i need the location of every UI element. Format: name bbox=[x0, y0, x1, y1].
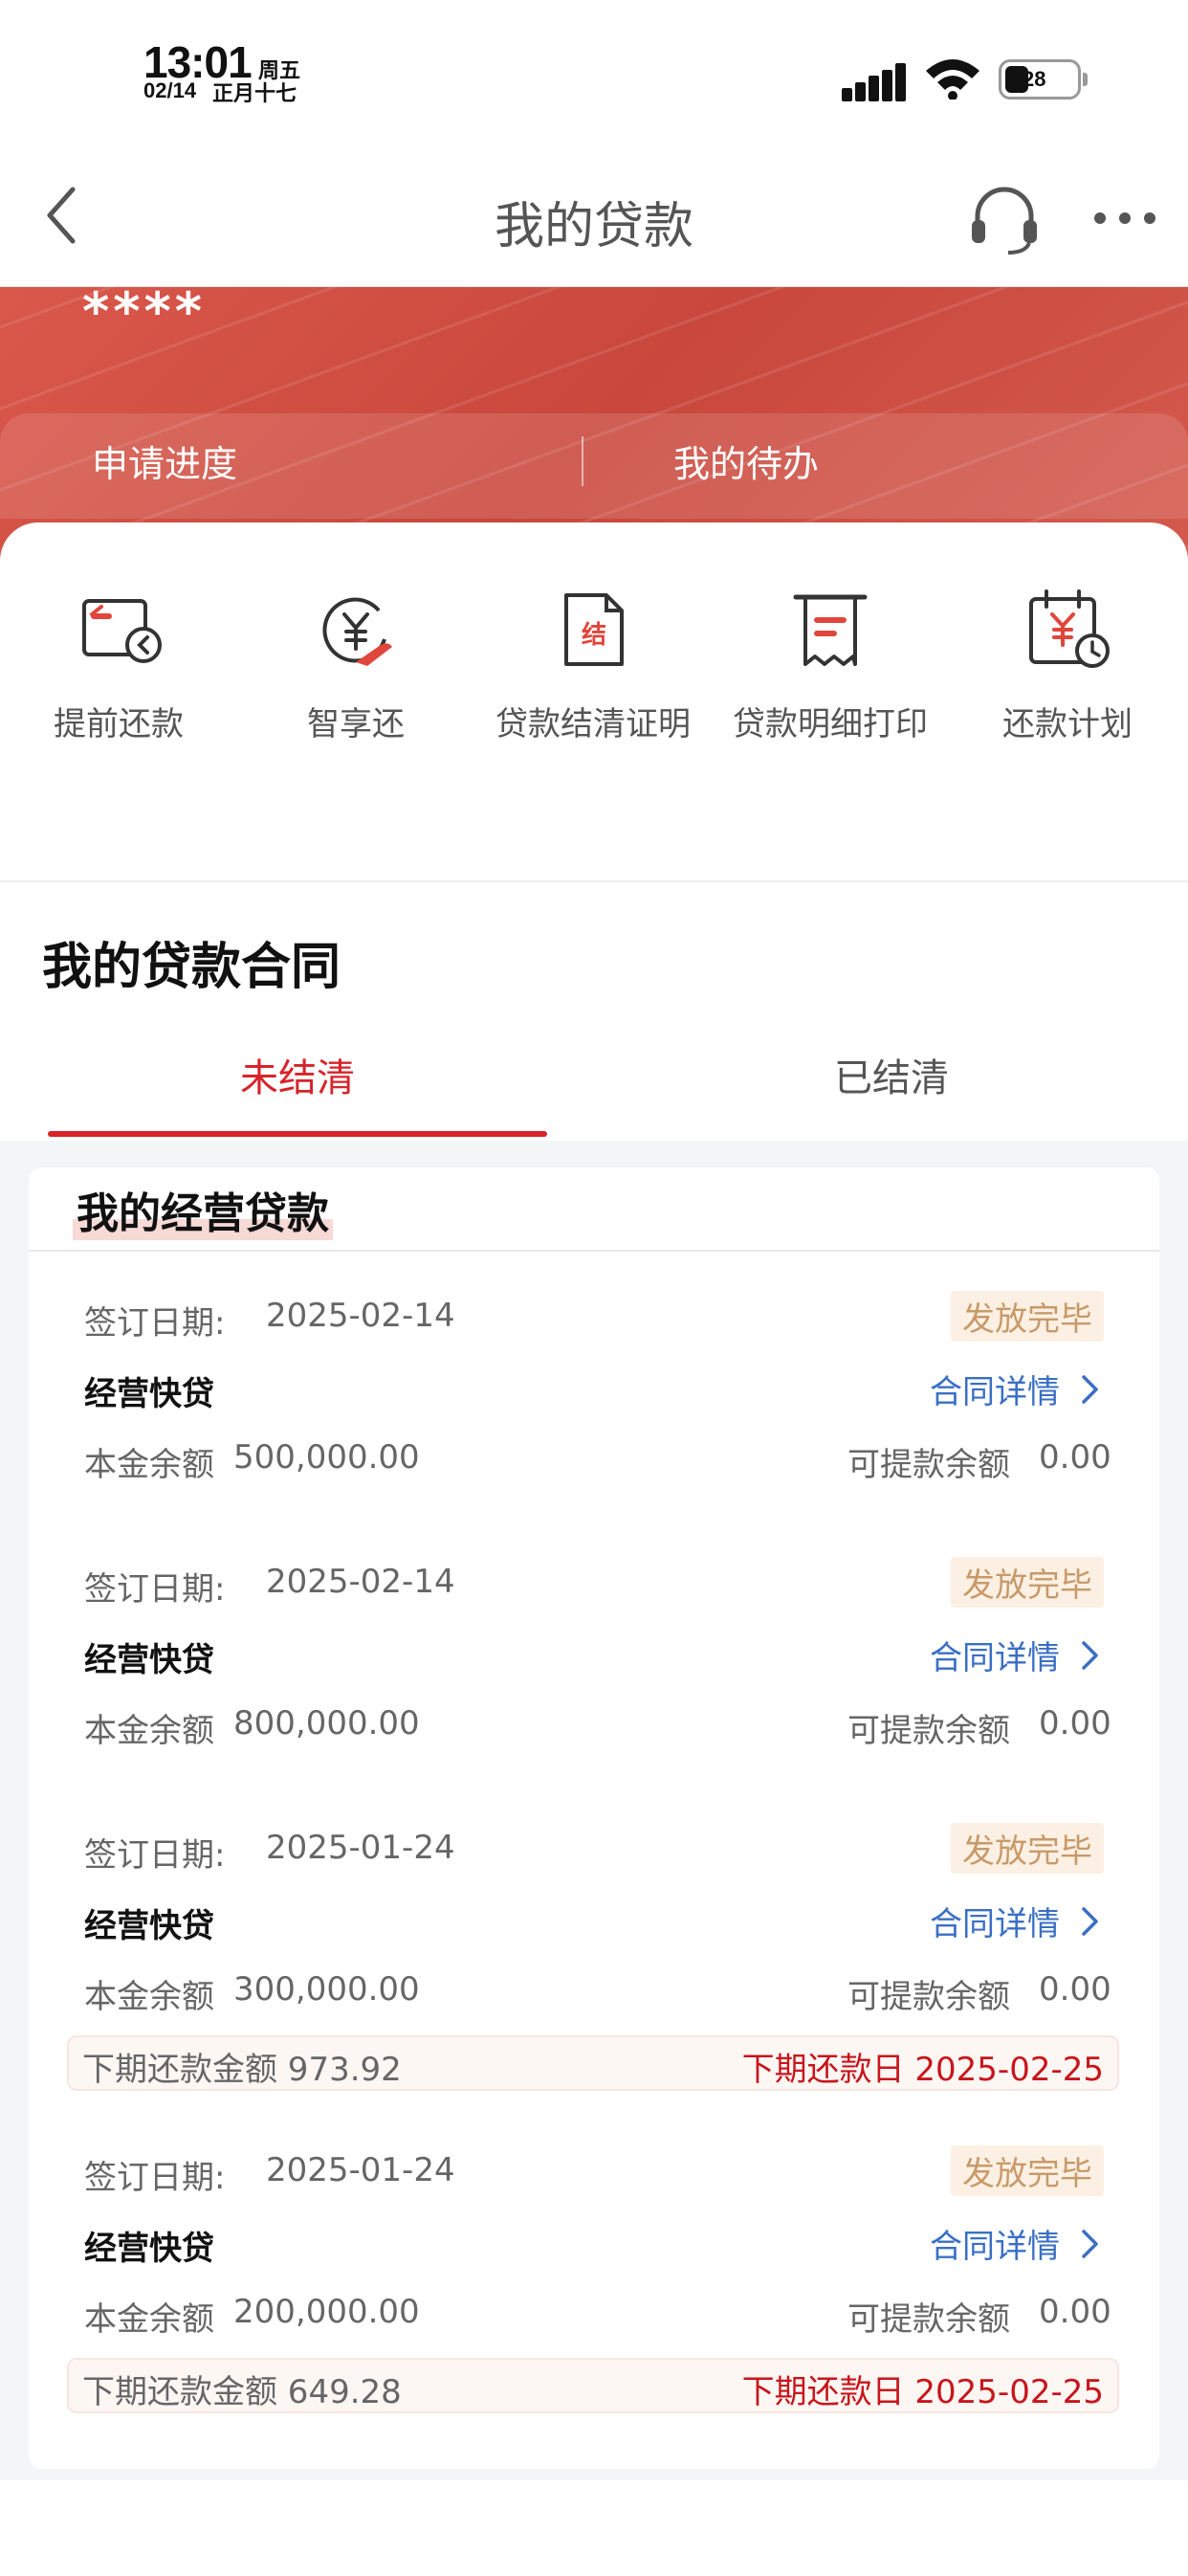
status-badge: 发放完毕 bbox=[951, 1291, 1104, 1342]
product-name: 经营快贷 bbox=[84, 2230, 214, 2268]
signed-date-label: 签订日期: bbox=[84, 2159, 226, 2197]
tab-settled[interactable]: 已结清 bbox=[643, 1047, 1140, 1102]
withdrawable-label: 可提款余额 bbox=[847, 1446, 1010, 1484]
signed-date-label: 签订日期: bbox=[84, 1570, 226, 1609]
withdrawable-label: 可提款余额 bbox=[847, 1712, 1010, 1750]
status-bar: 13:01 周五 02/14 正月十七 28 bbox=[0, 0, 1188, 144]
principal-value: 200,000.00 bbox=[233, 2293, 420, 2331]
chevron-right-icon bbox=[1082, 2229, 1098, 2258]
quick-action-smart-repay[interactable]: 智享还 bbox=[251, 582, 461, 750]
status-badge: 发放完毕 bbox=[951, 1823, 1104, 1874]
quick-action-label: 还款计划 bbox=[1002, 705, 1133, 744]
withdrawable-label: 可提款余额 bbox=[847, 2300, 1010, 2339]
contract-detail-link[interactable]: 合同详情 bbox=[930, 1366, 1106, 1412]
nav-bar: 我的贷款 bbox=[0, 144, 1188, 287]
contract-detail-label: 合同详情 bbox=[930, 1905, 1060, 1943]
settlement-doc-icon: 结 bbox=[564, 593, 624, 666]
headset-icon[interactable] bbox=[966, 182, 1043, 258]
signed-date-label: 签订日期: bbox=[84, 1304, 226, 1343]
signed-date-value: 2025-01-24 bbox=[266, 1829, 455, 1867]
battery-tip bbox=[1083, 73, 1088, 86]
quick-action-repayment-plan[interactable]: 还款计划 bbox=[962, 582, 1173, 750]
status-lunar-date: 正月十七 bbox=[212, 82, 297, 106]
business-loan-card: 我的经营贷款 签订日期: 2025-02-14 发放完毕 经营快贷 合同详情 本… bbox=[29, 1167, 1159, 2469]
contract-detail-link[interactable]: 合同详情 bbox=[930, 1898, 1106, 1944]
withdrawable-value: 0.00 bbox=[1039, 1704, 1111, 1743]
signed-date-value: 2025-02-14 bbox=[266, 1297, 455, 1335]
product-name: 经营快贷 bbox=[84, 1907, 214, 1945]
chevron-right-icon bbox=[1082, 1374, 1098, 1404]
principal-label: 本金余额 bbox=[84, 1712, 214, 1750]
principal-value: 300,000.00 bbox=[233, 1970, 420, 2009]
product-name: 经营快贷 bbox=[84, 1641, 214, 1679]
battery-level: 28 bbox=[1023, 67, 1046, 91]
signed-date-value: 2025-01-24 bbox=[266, 2151, 455, 2189]
next-repayment-date: 下期还款日 2025-02-25 bbox=[741, 2373, 1104, 2411]
status-badge: 发放完毕 bbox=[951, 1557, 1104, 1608]
next-repayment-bar: 下期还款金额 973.92 下期还款日 2025-02-25 bbox=[67, 2035, 1119, 2091]
quick-action-label: 贷款明细打印 bbox=[733, 705, 928, 744]
product-name: 经营快贷 bbox=[84, 1375, 214, 1413]
more-dots-icon[interactable] bbox=[1094, 207, 1161, 230]
application-progress-link[interactable]: 申请进度 bbox=[92, 411, 237, 517]
quick-actions: 提前还款 智享还 结 贷款结清证明 贷款明细打印 还款计划 bbox=[0, 522, 1188, 882]
quick-action-label: 智享还 bbox=[307, 705, 405, 744]
loan-item[interactable]: 签订日期: 2025-01-24 发放完毕 经营快贷 合同详情 本金余额 200… bbox=[29, 2145, 1159, 2438]
cellular-signal-icon bbox=[842, 63, 906, 101]
contract-detail-link[interactable]: 合同详情 bbox=[930, 1632, 1106, 1678]
next-repayment-bar: 下期还款金额 649.28 下期还款日 2025-02-25 bbox=[67, 2358, 1119, 2413]
loan-item[interactable]: 签订日期: 2025-02-14 发放完毕 经营快贷 合同详情 本金余额 500… bbox=[29, 1291, 1159, 1526]
quick-action-detail-print[interactable]: 贷款明细打印 bbox=[725, 582, 935, 750]
status-badge: 发放完毕 bbox=[951, 2145, 1104, 2196]
loan-item[interactable]: 签订日期: 2025-02-14 发放完毕 经营快贷 合同详情 本金余额 800… bbox=[29, 1557, 1159, 1792]
my-todo-link[interactable]: 我的待办 bbox=[673, 411, 819, 517]
quick-action-settlement-proof[interactable]: 结 贷款结清证明 bbox=[488, 582, 698, 750]
yuan-hand-icon bbox=[322, 597, 392, 666]
principal-label: 本金余额 bbox=[84, 1978, 214, 2016]
status-date: 02/14 bbox=[143, 78, 197, 102]
withdrawable-value: 0.00 bbox=[1039, 1438, 1111, 1477]
yuan-calendar-icon bbox=[1029, 589, 1110, 668]
active-tab-indicator bbox=[48, 1131, 547, 1137]
withdrawable-value: 0.00 bbox=[1039, 2293, 1111, 2331]
banner-divider bbox=[582, 436, 583, 486]
contracts-title: 我的贷款合同 bbox=[42, 939, 341, 996]
next-repayment-amount: 下期还款金额 649.28 bbox=[82, 2373, 402, 2411]
quick-action-label: 贷款结清证明 bbox=[495, 705, 691, 744]
loan-item[interactable]: 签订日期: 2025-01-24 发放完毕 经营快贷 合同详情 本金余额 300… bbox=[29, 1823, 1159, 2116]
withdrawable-label: 可提款余额 bbox=[847, 1978, 1010, 2016]
chevron-right-icon bbox=[1082, 1640, 1098, 1670]
wifi-icon bbox=[926, 59, 979, 100]
contract-detail-label: 合同详情 bbox=[930, 1639, 1060, 1677]
contract-detail-label: 合同详情 bbox=[930, 2228, 1060, 2266]
principal-label: 本金余额 bbox=[84, 1446, 214, 1484]
principal-value: 500,000.00 bbox=[233, 1438, 420, 1477]
principal-value: 800,000.00 bbox=[233, 1704, 420, 1743]
next-repayment-amount: 下期还款金额 973.92 bbox=[82, 2051, 402, 2089]
signed-date-value: 2025-02-14 bbox=[266, 1563, 455, 1601]
principal-label: 本金余额 bbox=[84, 2300, 214, 2339]
contract-detail-label: 合同详情 bbox=[930, 1373, 1060, 1411]
loan-card-header: 我的经营贷款 bbox=[29, 1167, 1159, 1252]
quick-action-prepay[interactable]: 提前还款 bbox=[13, 582, 224, 750]
withdrawable-value: 0.00 bbox=[1039, 1970, 1111, 2009]
quick-action-label: 提前还款 bbox=[54, 705, 184, 744]
chevron-right-icon bbox=[1082, 1906, 1098, 1936]
prepay-card-icon bbox=[82, 599, 162, 663]
svg-text:结: 结 bbox=[582, 621, 606, 650]
contract-detail-link[interactable]: 合同详情 bbox=[930, 2220, 1106, 2267]
signed-date-label: 签订日期: bbox=[84, 1836, 226, 1875]
tab-unsettled[interactable]: 未结清 bbox=[49, 1047, 546, 1102]
masked-account: **** bbox=[82, 287, 206, 342]
contract-tabs: 未结清 已结清 bbox=[0, 1033, 1188, 1141]
receipt-print-icon bbox=[793, 594, 868, 666]
next-repayment-date: 下期还款日 2025-02-25 bbox=[741, 2051, 1104, 2089]
loan-card-title: 我的经营贷款 bbox=[73, 1179, 333, 1240]
battery-icon: 28 bbox=[999, 59, 1081, 100]
